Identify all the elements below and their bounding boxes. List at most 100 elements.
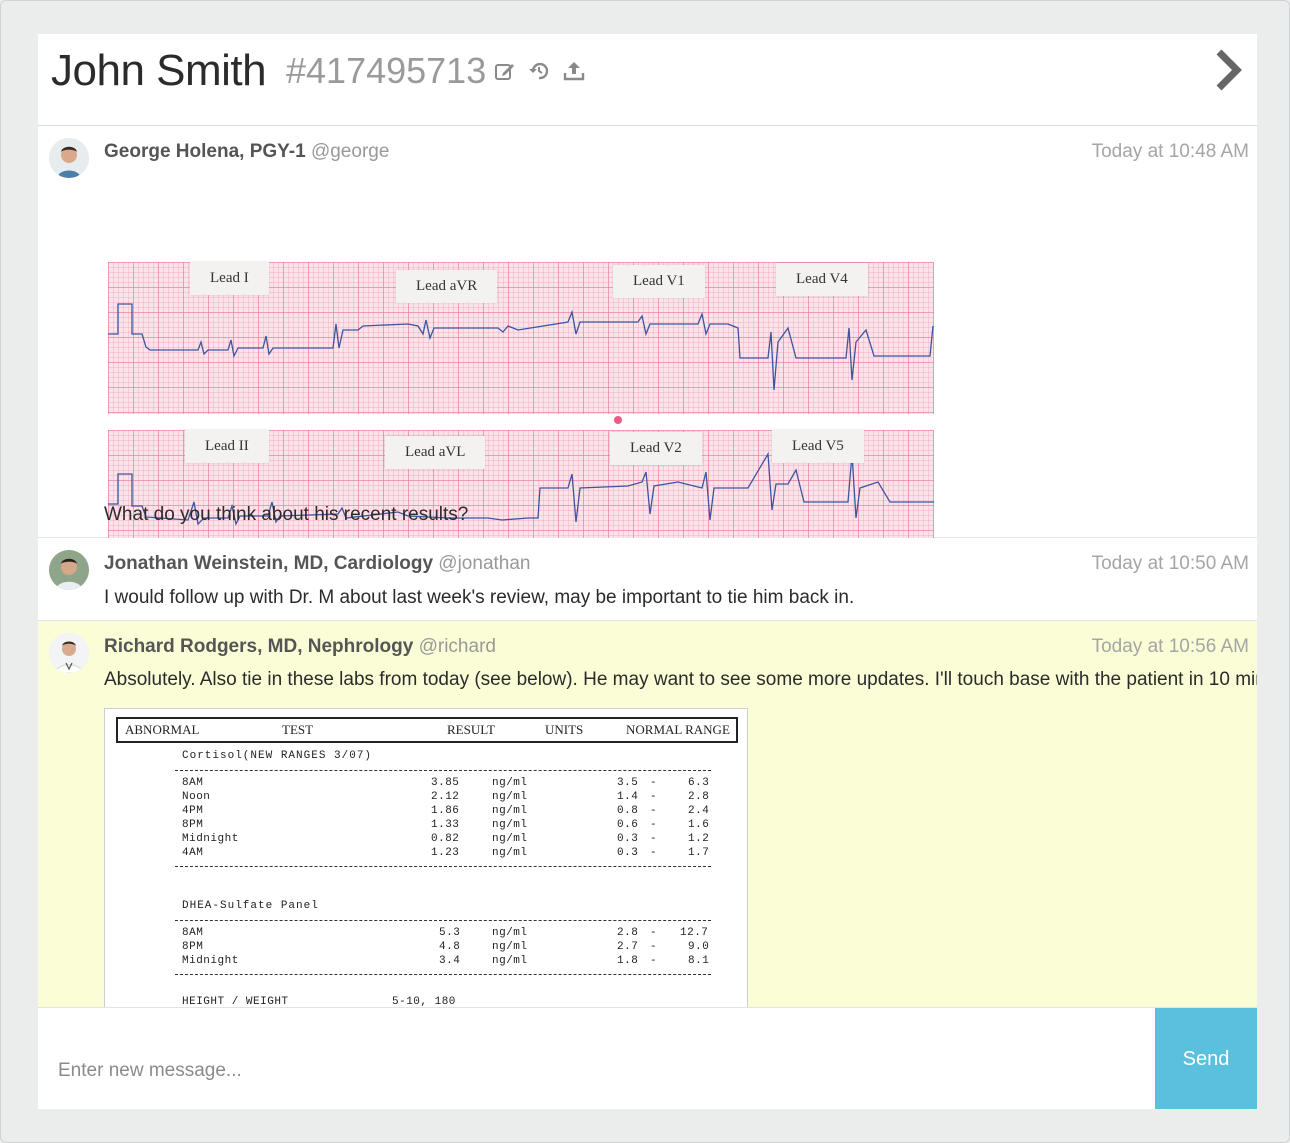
- lab-range-high: 1.7: [688, 847, 710, 859]
- message-jonathan: Jonathan Weinstein, MD, Cardiology @jona…: [38, 538, 1257, 621]
- avatar[interactable]: [49, 138, 89, 178]
- lead-label: Lead II: [185, 430, 269, 463]
- column-header: NORMAL RANGE: [626, 722, 730, 737]
- divider: [175, 770, 711, 771]
- history-icon[interactable]: [528, 60, 550, 82]
- lab-units: ng/ml: [492, 941, 528, 953]
- divider: [175, 866, 711, 867]
- lab-result: 0.82: [431, 833, 460, 845]
- message-richard: Richard Rodgers, MD, Nephrology @richard…: [38, 621, 1257, 1040]
- lab-units: ng/ml: [492, 833, 528, 845]
- lab-range-high: 2.4: [688, 805, 710, 817]
- lab-row: Noon 2.12 ng/ml 1.4 - 2.8: [105, 791, 745, 805]
- app-window: John Smith #417495713 George Holena, PGY…: [0, 0, 1290, 1143]
- lab-range-high: 6.3: [688, 777, 710, 789]
- avatar[interactable]: [49, 550, 89, 590]
- lab-range-high: 9.0: [688, 941, 710, 953]
- message-time: Today at 10:56 AM: [1091, 636, 1249, 657]
- message-time: Today at 10:48 AM: [1091, 141, 1249, 162]
- edit-icon[interactable]: [494, 60, 516, 82]
- lab-report-header: ABNORMAL TEST RESULT UNITS NORMAL RANGE: [116, 717, 738, 743]
- lab-result: 3.4: [439, 955, 461, 967]
- lead-label: Lead aVL: [385, 436, 486, 469]
- lab-section-title: DHEA-Sulfate Panel: [182, 900, 319, 912]
- lab-units: ng/ml: [492, 927, 528, 939]
- lab-test: 8AM: [182, 777, 204, 789]
- lab-range-low: 0.3: [617, 833, 639, 845]
- lab-range-low: 2.8: [617, 927, 639, 939]
- lab-test: Midnight: [182, 955, 239, 967]
- lab-range-low: 0.8: [617, 805, 639, 817]
- lab-range-low: 0.6: [617, 819, 639, 831]
- author-handle[interactable]: @george: [311, 141, 389, 162]
- lab-row: 4AM 1.23 ng/ml 0.3 - 1.7: [105, 847, 745, 861]
- lead-label: Lead V5: [772, 430, 864, 463]
- lab-test: Midnight: [182, 833, 239, 845]
- range-dash: -: [650, 819, 658, 831]
- author-handle[interactable]: @jonathan: [438, 553, 530, 574]
- lab-test: Noon: [182, 791, 211, 803]
- divider: [175, 974, 711, 975]
- lab-range-low: 1.8: [617, 955, 639, 967]
- range-dash: -: [650, 833, 658, 845]
- lab-row: 4PM 1.86 ng/ml 0.8 - 2.4: [105, 805, 745, 819]
- lab-range-low: 1.4: [617, 791, 639, 803]
- message-text: Absolutely. Also tie in these labs from …: [104, 669, 1257, 690]
- message-author: Jonathan Weinstein, MD, Cardiology @jona…: [104, 553, 531, 575]
- lab-units: ng/ml: [492, 805, 528, 817]
- lead-label: Lead V1: [613, 265, 705, 298]
- range-dash: -: [650, 955, 658, 967]
- lab-range-low: 2.7: [617, 941, 639, 953]
- chat-header: John Smith #417495713: [38, 34, 1257, 126]
- range-dash: -: [650, 777, 658, 789]
- lab-range-high: 2.8: [688, 791, 710, 803]
- lab-result: 1.86: [431, 805, 460, 817]
- message-author: George Holena, PGY-1 @george: [104, 141, 389, 163]
- lab-result: 1.33: [431, 819, 460, 831]
- chat-panel: John Smith #417495713 George Holena, PGY…: [38, 34, 1257, 1109]
- lead-label: Lead I: [190, 262, 269, 295]
- lab-row: Midnight 0.82 ng/ml 0.3 - 1.2: [105, 833, 745, 847]
- chevron-right-icon[interactable]: [1213, 48, 1243, 92]
- lab-row: 8AM 3.85 ng/ml 3.5 - 6.3: [105, 777, 745, 791]
- patient-id: #417495713: [286, 50, 487, 91]
- lab-range-low: 0.3: [617, 847, 639, 859]
- message-composer: Send: [38, 1007, 1257, 1109]
- divider: [175, 920, 711, 921]
- send-button[interactable]: Send: [1155, 1008, 1257, 1109]
- message-time: Today at 10:50 AM: [1091, 553, 1249, 574]
- lab-report-image[interactable]: ABNORMAL TEST RESULT UNITS NORMAL RANGE …: [104, 708, 748, 1040]
- lab-test: 8PM: [182, 941, 204, 953]
- author-name: George Holena, PGY-1: [104, 141, 306, 162]
- lab-row: Midnight 3.4 ng/ml 1.8 - 8.1: [105, 955, 745, 969]
- lab-units: ng/ml: [492, 819, 528, 831]
- author-handle[interactable]: @richard: [419, 636, 496, 657]
- lab-units: ng/ml: [492, 955, 528, 967]
- avatar[interactable]: [49, 633, 89, 673]
- lab-row: 8PM 1.33 ng/ml 0.6 - 1.6: [105, 819, 745, 833]
- column-header: ABNORMAL: [125, 722, 200, 737]
- lab-range-low: 3.5: [617, 777, 639, 789]
- lab-test: 4AM: [182, 847, 204, 859]
- message-george: George Holena, PGY-1 @george Today at 10…: [38, 126, 1257, 588]
- message-text: What do you think about his recent resul…: [104, 504, 469, 525]
- lab-units: ng/ml: [492, 777, 528, 789]
- lead-label: Lead V2: [610, 432, 702, 465]
- range-dash: -: [650, 847, 658, 859]
- column-header: UNITS: [545, 722, 584, 737]
- range-dash: -: [650, 791, 658, 803]
- lab-result: 2.12: [431, 791, 460, 803]
- lab-test: 8PM: [182, 819, 204, 831]
- lead-label: Lead aVR: [396, 270, 498, 303]
- lab-row: 8AM 5.3 ng/ml 2.8 - 12.7: [105, 927, 745, 941]
- range-dash: -: [650, 927, 658, 939]
- upload-icon[interactable]: [563, 60, 585, 82]
- lab-units: ng/ml: [492, 847, 528, 859]
- column-header: TEST: [282, 722, 314, 737]
- lab-range-high: 8.1: [688, 955, 710, 967]
- column-header: RESULT: [447, 722, 495, 737]
- lab-section-title: Cortisol(NEW RANGES 3/07): [182, 750, 373, 762]
- author-name: Jonathan Weinstein, MD, Cardiology: [104, 553, 434, 574]
- message-input[interactable]: [38, 1008, 1154, 1109]
- patient-name: John Smith: [51, 46, 267, 95]
